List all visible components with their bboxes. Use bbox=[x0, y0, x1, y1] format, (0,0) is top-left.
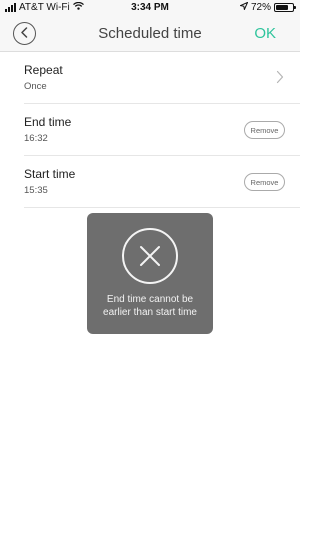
repeat-row[interactable]: Repeat Once bbox=[24, 52, 300, 104]
start-time-value: 15:35 bbox=[24, 185, 48, 196]
start-time-label: Start time bbox=[24, 167, 76, 181]
location-icon bbox=[238, 1, 249, 13]
toast-message-line2: earlier than start time bbox=[103, 307, 197, 318]
end-time-label: End time bbox=[24, 115, 72, 129]
screen: AT&T Wi-Fi 3:34 PM 72% Scheduled time OK… bbox=[0, 0, 300, 534]
repeat-label: Repeat bbox=[24, 63, 63, 77]
start-time-row[interactable]: Start time 15:35 Remove bbox=[24, 156, 300, 208]
status-right: 72% bbox=[238, 1, 296, 13]
battery-icon bbox=[274, 3, 296, 12]
remove-start-time-button[interactable]: Remove bbox=[244, 173, 285, 191]
error-toast: End time cannot be earlier than start ti… bbox=[87, 213, 213, 334]
close-circle-icon bbox=[122, 228, 178, 284]
nav-bar: Scheduled time OK bbox=[0, 16, 300, 52]
toast-message-line1: End time cannot be bbox=[106, 294, 194, 305]
status-bar: AT&T Wi-Fi 3:34 PM 72% bbox=[0, 0, 300, 16]
ok-button[interactable]: OK bbox=[254, 25, 276, 42]
end-time-value: 16:32 bbox=[24, 133, 48, 144]
toast-message: End time cannot be earlier than start ti… bbox=[87, 293, 213, 319]
remove-end-time-button[interactable]: Remove bbox=[244, 121, 285, 139]
schedule-list: Repeat Once End time 16:32 Remove Start … bbox=[0, 52, 300, 208]
end-time-row[interactable]: End time 16:32 Remove bbox=[24, 104, 300, 156]
battery-fill bbox=[276, 5, 288, 10]
chevron-right-icon bbox=[276, 70, 284, 89]
repeat-value: Once bbox=[24, 81, 47, 92]
battery-percent: 72% bbox=[250, 2, 271, 13]
